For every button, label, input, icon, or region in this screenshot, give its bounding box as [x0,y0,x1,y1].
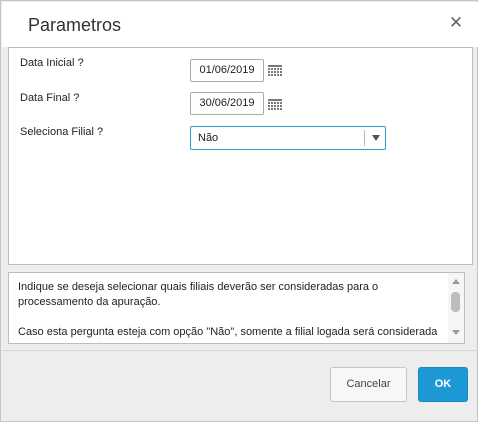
select-divider [364,130,365,146]
cancel-button[interactable]: Cancelar [330,367,407,402]
scroll-thumb[interactable] [451,292,460,312]
help-text: Indique se deseja selecionar quais filia… [18,280,443,343]
help-paragraph: Indique se deseja selecionar quais filia… [18,281,379,308]
parameters-form: Data Inicial ? 01/06/2019 Data Final ? 3… [8,47,473,265]
help-paragraph: Caso esta pergunta esteja com opção "Não… [18,326,438,343]
end-date-input[interactable]: 30/06/2019 [190,92,264,115]
parameters-dialog: Parametros ✕ Data Inicial ? 01/06/2019 D… [0,0,478,422]
end-date-label: Data Final ? [20,92,80,104]
dialog-title: Parametros [28,15,122,35]
scroll-up-icon[interactable] [452,279,460,284]
footer-divider [2,350,478,351]
dialog-header: Parametros ✕ [2,2,478,47]
ok-button[interactable]: OK [418,367,468,402]
start-date-input[interactable]: 01/06/2019 [190,59,264,82]
branch-select[interactable]: Não [190,126,386,150]
calendar-icon[interactable] [268,65,282,76]
scroll-down-icon[interactable] [452,330,460,335]
help-text-panel: Indique se deseja selecionar quais filia… [8,272,465,344]
branch-select-value: Não [198,132,219,144]
help-scrollbar[interactable] [448,273,464,343]
branch-select-label: Seleciona Filial ? [20,126,104,138]
close-icon[interactable]: ✕ [446,13,466,33]
start-date-label: Data Inicial ? [20,57,84,69]
calendar-icon[interactable] [268,99,282,110]
chevron-down-icon[interactable] [372,135,380,141]
